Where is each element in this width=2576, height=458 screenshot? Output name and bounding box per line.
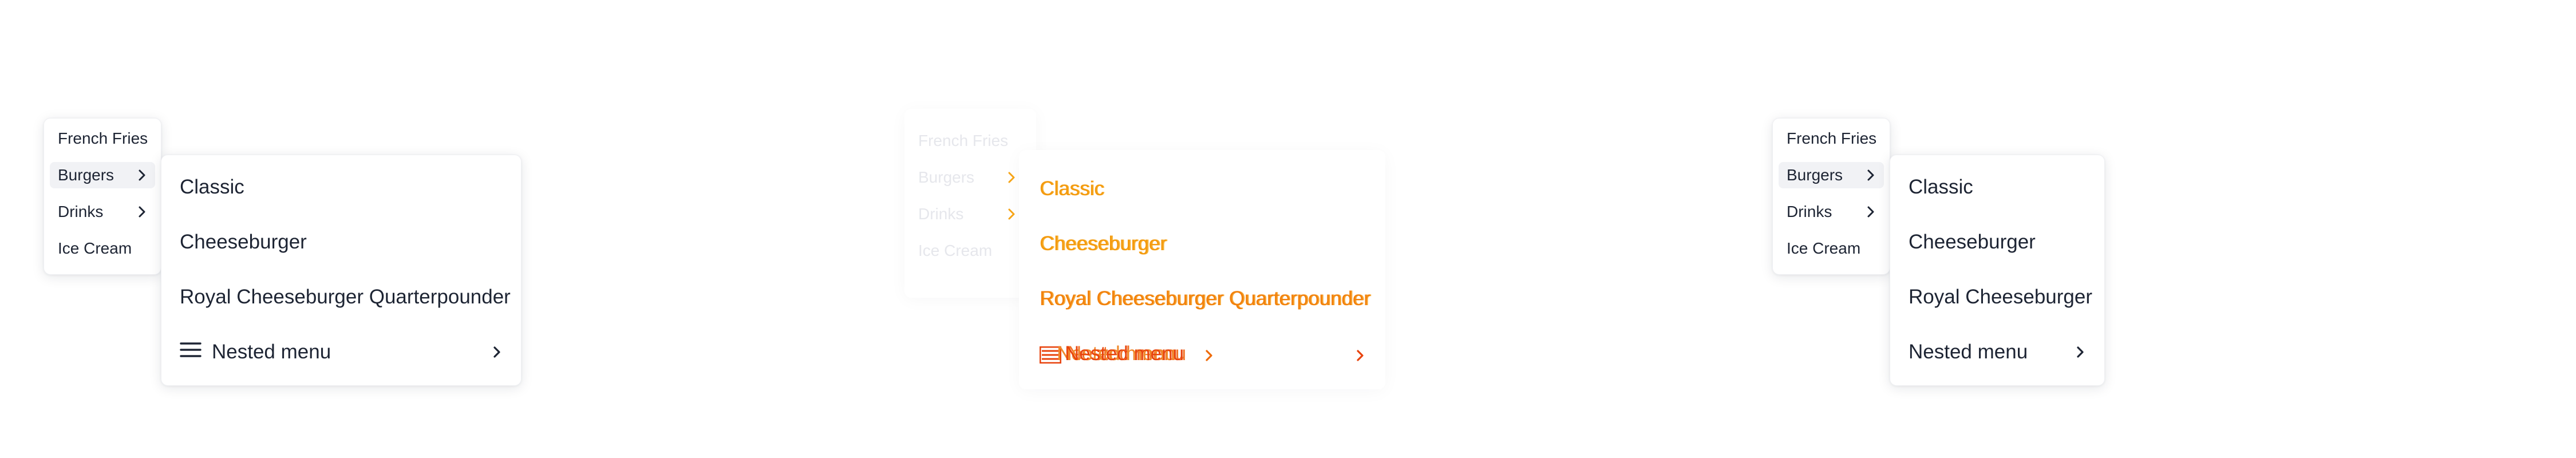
chevron-right-icon	[2075, 345, 2086, 359]
submenu-item-nested-menu[interactable]: Nested menu	[1896, 331, 2099, 373]
left-root-menu: French Fries Burgers Drinks Ice Cream	[44, 118, 161, 275]
chevron-right-icon	[1866, 169, 1876, 181]
menu-item-label: Drinks	[1787, 203, 1832, 220]
menu-item-label: Drinks	[58, 203, 104, 220]
right-root-menu: French Fries Burgers Drinks Ice Cream	[1772, 118, 1890, 275]
right-submenu: Classic Cheeseburger Royal Cheeseburger …	[1890, 155, 2105, 386]
menu-item-burgers[interactable]: Burgers	[50, 162, 155, 188]
menu-item-burgers[interactable]: Burgers	[1779, 162, 1884, 188]
submenu-item-classic[interactable]: Classic	[1040, 177, 1104, 200]
submenu-item-royal-cheeseburger-quarterpounder[interactable]: Royal Cheeseburger Quarterpounder	[1040, 287, 1370, 310]
submenu-item-cheeseburger[interactable]: Cheeseburger	[1896, 222, 2099, 263]
hamburger-menu-icon	[180, 341, 202, 364]
hamburger-menu-icon	[1039, 346, 1062, 369]
menu-item-ice-cream[interactable]: Ice Cream	[918, 242, 992, 260]
chevron-right-icon	[1354, 345, 1366, 368]
menu-item-label: Drinks	[918, 205, 964, 223]
menu-item-french-fries[interactable]: French Fries	[50, 125, 155, 152]
chevron-right-icon	[1006, 169, 1017, 188]
menu-item-label: Nested menu	[1909, 341, 2028, 363]
menu-item-label: Burgers	[918, 168, 975, 186]
chevron-right-icon	[137, 206, 147, 218]
menu-item-label: Ice Cream	[918, 242, 993, 259]
menu-item-label: Royal Cheeseburger Quarterpounder	[180, 286, 511, 308]
menu-item-ice-cream[interactable]: Ice Cream	[50, 235, 155, 262]
chevron-right-icon	[137, 169, 147, 181]
menu-item-label: Burgers	[58, 166, 114, 184]
left-submenu: Classic Cheeseburger Royal Cheeseburger …	[161, 155, 521, 386]
chevron-right-icon	[491, 345, 503, 359]
menu-item-label: Cheeseburger	[1909, 231, 2036, 253]
menu-item-label: French Fries	[918, 132, 1009, 149]
menu-item-drinks[interactable]: Drinks	[50, 199, 155, 225]
menu-item-drinks[interactable]: Drinks	[1779, 199, 1884, 225]
submenu-item-classic[interactable]: Classic	[1896, 167, 2099, 208]
submenu-item-classic[interactable]: Classic	[167, 167, 515, 208]
menu-item-ice-cream[interactable]: Ice Cream	[1779, 235, 1884, 262]
menu-item-label: Royal Cheeseburger Quarterpounder	[1040, 287, 1370, 310]
menu-item-label: Royal Cheeseburger	[1909, 286, 2093, 308]
menu-item-label: Classic	[180, 176, 244, 198]
menu-item-burgers[interactable]: Burgers	[918, 168, 1016, 187]
menu-item-drinks[interactable]: Drinks	[918, 205, 1016, 223]
menu-item-label: French Fries	[1787, 129, 1877, 147]
menu-item-label: Nested menu	[1065, 342, 1184, 365]
menu-item-label: Cheeseburger	[180, 231, 307, 253]
submenu-item-royal-cheeseburger[interactable]: Royal Cheeseburger	[1896, 277, 2099, 318]
menu-item-label: Burgers	[1787, 166, 1843, 184]
chevron-right-icon	[1866, 206, 1876, 218]
menu-item-label: Classic	[1040, 177, 1104, 200]
chevron-right-icon	[1203, 345, 1215, 368]
submenu-item-royal-cheeseburger-quarterpounder[interactable]: Royal Cheeseburger Quarterpounder	[167, 277, 515, 318]
submenu-item-nested-menu[interactable]: Nested menu	[167, 331, 515, 373]
menu-item-label: Ice Cream	[1787, 239, 1861, 257]
menu-item-label: Cheeseburger	[1040, 232, 1167, 255]
menu-item-french-fries[interactable]: French Fries	[918, 132, 1008, 150]
submenu-item-cheeseburger[interactable]: Cheeseburger	[167, 222, 515, 263]
menu-item-label: Classic	[1909, 176, 1973, 198]
submenu-item-cheeseburger[interactable]: Cheeseburger	[1040, 232, 1167, 255]
menu-item-label: French Fries	[58, 129, 148, 147]
menu-item-french-fries[interactable]: French Fries	[1779, 125, 1884, 152]
menu-item-label: Ice Cream	[58, 239, 132, 257]
chevron-right-icon	[1006, 206, 1017, 224]
menu-item-label: Nested menu	[212, 341, 331, 363]
